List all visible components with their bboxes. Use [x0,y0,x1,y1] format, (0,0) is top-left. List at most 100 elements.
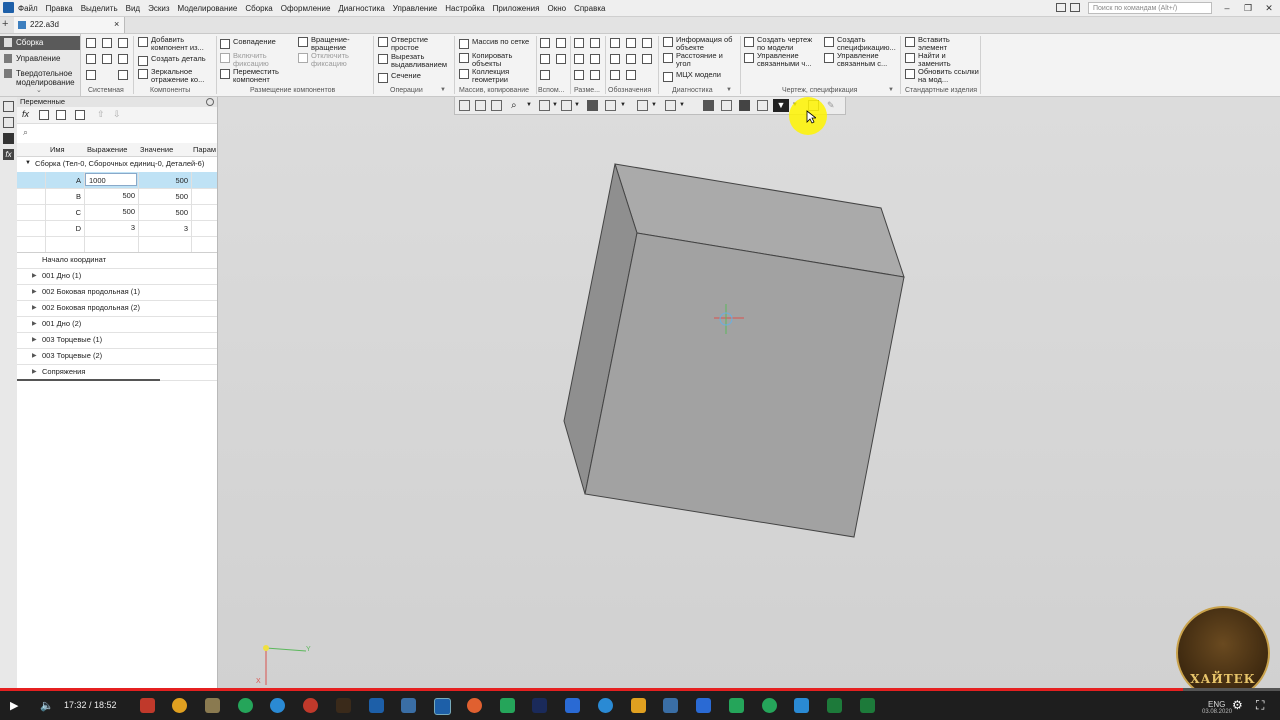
variable-expression-input[interactable]: 1000 [85,173,137,186]
variable-row[interactable]: B 500 500 [17,188,217,205]
tree-item[interactable]: ▶ 001 Дно (1) [17,268,217,285]
expand-icon[interactable]: ▶ [32,300,37,316]
disable-fix-button[interactable]: Отключить фиксацию [298,52,370,68]
menu-file[interactable]: Файл [18,4,38,13]
paste-icon[interactable] [118,70,128,80]
menu-assembly[interactable]: Сборка [245,4,272,13]
col-param[interactable]: Парам [193,145,216,154]
nav-item-management[interactable]: Управление [0,52,80,66]
restore-icon[interactable]: ❐ [1241,2,1255,14]
insert-element-button[interactable]: Вставить элемент [905,36,979,52]
app-icon[interactable] [467,698,482,713]
section-button[interactable]: Сечение [378,72,454,83]
variable-row[interactable]: D 3 3 [17,220,217,237]
group-expand-icon[interactable]: ▼ [888,87,894,93]
menu-management[interactable]: Управление [393,4,437,13]
axis-icon[interactable] [556,38,566,48]
print-icon[interactable] [102,54,112,64]
volume-icon[interactable]: 🔈 [40,699,54,712]
app-logo-icon[interactable] [3,2,14,13]
expand-icon[interactable]: ▶ [32,364,37,380]
function-icon[interactable]: fx [22,109,29,119]
gear-icon[interactable] [206,98,214,106]
object-info-button[interactable]: Информация об объекте [663,36,739,52]
language-indicator[interactable]: ENG [1208,700,1225,709]
weld-icon[interactable] [610,70,620,80]
rotation-button[interactable]: Вращение-вращение [298,36,370,52]
undo-icon[interactable] [86,70,96,80]
play-icon[interactable]: ▶ [10,699,18,712]
copy-objects-button[interactable]: Копировать объекты [459,52,529,68]
menu-edit[interactable]: Правка [46,4,73,13]
base-icon[interactable] [642,38,652,48]
tolerance-icon[interactable] [610,54,620,64]
chrome-icon[interactable] [172,698,187,713]
nav-item-assembly[interactable]: Сборка [0,36,80,50]
leader-icon[interactable] [610,38,620,48]
expand-icon[interactable]: ▶ [32,268,37,284]
copy-icon[interactable] [118,54,128,64]
app-icon[interactable] [762,698,777,713]
collapse-icon[interactable]: ▼ [25,157,31,170]
app-icon[interactable] [140,698,155,713]
app-icon[interactable] [860,698,875,713]
dimension-icon[interactable] [574,38,584,48]
variables-group-row[interactable]: ▼ Сборка (Тел-0, Сборочных единиц-0, Дет… [17,157,217,170]
camera-icon[interactable] [1070,3,1080,12]
create-drawing-button[interactable]: Создать чертеж по модели [744,36,820,52]
nav-expand-icon[interactable]: ⌄ [36,86,42,94]
tree-item[interactable]: ▶ 001 Дно (2) [17,316,217,333]
line-icon[interactable] [556,54,566,64]
text-icon[interactable] [626,70,636,80]
col-value[interactable]: Значение [140,145,173,154]
menu-design[interactable]: Оформление [281,4,331,13]
array-grid-button[interactable]: Массив по сетке [459,38,537,49]
variables-search[interactable]: ⌕ [17,124,217,142]
whatsapp-icon[interactable] [238,698,253,713]
app-icon[interactable] [500,698,515,713]
cut-extrude-button[interactable]: Вырезать выдавливанием [378,53,454,69]
properties-icon[interactable] [3,117,14,128]
app-icon[interactable] [598,698,613,713]
screen-icon[interactable] [1056,3,1066,12]
size-dim-icon[interactable] [590,70,600,80]
app-icon[interactable] [401,698,416,713]
roughness-icon[interactable] [626,38,636,48]
expand-icon[interactable]: ▶ [32,284,37,300]
enable-fix-button[interactable]: Включить фиксацию [220,52,290,68]
command-search-input[interactable]: Поиск по командам (Alt+/) [1088,2,1212,14]
close-window-icon[interactable]: ✕ [1262,2,1276,14]
move-component-button[interactable]: Переместить компонент [220,68,292,84]
menu-select[interactable]: Выделить [81,4,118,13]
menu-modeling[interactable]: Моделирование [177,4,237,13]
plane-icon[interactable] [540,38,550,48]
layers-icon[interactable] [3,133,14,144]
app-icon[interactable] [205,698,220,713]
menu-view[interactable]: Вид [126,4,140,13]
cut-icon[interactable] [86,54,96,64]
distance-angle-button[interactable]: Расстояние и угол [663,52,739,68]
mark-icon[interactable] [626,54,636,64]
mass-props-button[interactable]: МЦХ модели [663,71,739,82]
save-icon[interactable] [118,38,128,48]
telegram-icon[interactable] [270,698,285,713]
3d-viewport[interactable]: ⌕ ▼ ▼ ▼ ▼ ▼ ▼ ▼ ▼ ✎ [218,97,1280,690]
settings-gear-icon[interactable]: ⚙ [1232,698,1243,712]
radius-dim-icon[interactable] [574,54,584,64]
nav-item-solid-modeling[interactable]: Твердотельное моделирование [0,67,80,87]
tree-item[interactable]: ▶ 003 Торцевые (1) [17,332,217,349]
model-canvas[interactable] [218,97,1280,690]
tree-item[interactable]: ▶ 003 Торцевые (2) [17,348,217,365]
minimize-icon[interactable]: – [1220,2,1234,14]
app-icon[interactable] [336,698,351,713]
new-tab-icon[interactable]: + [2,18,8,30]
app-icon[interactable] [369,698,384,713]
table-icon[interactable] [56,110,66,120]
variable-row[interactable]: A 1000 500 [17,172,217,189]
app-icon[interactable] [565,698,580,713]
lcs-icon[interactable] [540,70,550,80]
update-links-button[interactable]: Обновить ссылки на мод... [905,68,979,84]
expand-icon[interactable]: ▶ [32,316,37,332]
variable-expression[interactable]: 500 [85,205,137,218]
move-up-icon[interactable]: ⇧ [97,109,105,120]
